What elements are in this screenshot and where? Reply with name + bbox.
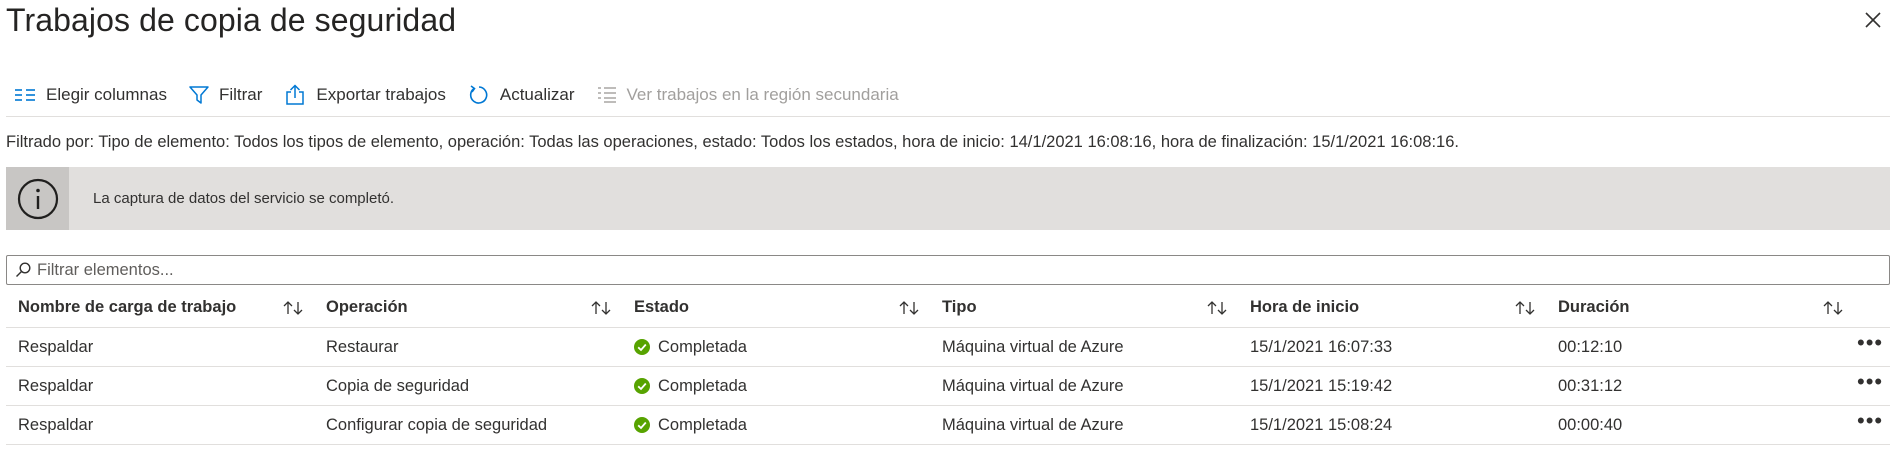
- filter-summary: Filtrado por: Tipo de elemento: Todos lo…: [6, 133, 1459, 151]
- refresh-button[interactable]: Actualizar: [468, 84, 575, 106]
- sort-duration-button[interactable]: [1822, 288, 1844, 327]
- cell-start-time: 15/1/2021 16:07:33: [1250, 337, 1393, 356]
- choose-columns-label: Elegir columnas: [46, 85, 167, 104]
- sort-icon: [1823, 300, 1843, 315]
- cell-type: Máquina virtual de Azure: [942, 415, 1124, 434]
- more-actions-icon[interactable]: •••: [1857, 328, 1883, 366]
- column-header-duration[interactable]: Duración: [1558, 288, 1630, 327]
- cell-duration: 00:31:12: [1558, 376, 1623, 395]
- export-jobs-label: Exportar trabajos: [316, 85, 446, 104]
- jobs-table: Nombre de carga de trabajo Operación Est…: [6, 288, 1890, 445]
- columns-icon: [15, 89, 35, 101]
- table-row[interactable]: Respaldar Restaurar Completada Máquina v…: [6, 328, 1890, 367]
- table-row[interactable]: Respaldar Configurar copia de seguridad …: [6, 406, 1890, 445]
- info-icon-container: [6, 167, 69, 230]
- cell-duration: 00:00:40: [1558, 415, 1623, 434]
- success-icon: [634, 417, 650, 433]
- refresh-label: Actualizar: [499, 85, 575, 104]
- cell-start-time: 15/1/2021 15:19:42: [1250, 376, 1393, 395]
- filter-label: Filtrar: [218, 85, 263, 104]
- more-actions-icon[interactable]: •••: [1857, 367, 1883, 405]
- toolbar-divider: [6, 116, 1890, 117]
- filter-button[interactable]: Filtrar: [189, 85, 262, 105]
- search-icon: [16, 262, 31, 277]
- column-header-workload[interactable]: Nombre de carga de trabajo: [18, 288, 236, 327]
- export-icon: [286, 84, 305, 105]
- close-button[interactable]: [1862, 9, 1884, 31]
- cell-operation: Copia de seguridad: [326, 376, 470, 395]
- list-icon: [597, 87, 616, 103]
- cell-workload: Respaldar: [18, 376, 94, 395]
- cell-type: Máquina virtual de Azure: [942, 376, 1124, 395]
- search-box[interactable]: [6, 255, 1890, 285]
- close-icon: [1865, 12, 1881, 28]
- export-jobs-button[interactable]: Exportar trabajos: [284, 84, 446, 106]
- filter-icon: [189, 86, 209, 104]
- info-message: La captura de datos del servicio se comp…: [93, 190, 395, 207]
- refresh-icon: [469, 85, 488, 104]
- sort-type-button[interactable]: [1206, 288, 1228, 327]
- cell-status: Completada: [634, 367, 747, 405]
- column-header-status[interactable]: Estado: [634, 288, 689, 327]
- cell-operation: Configurar copia de seguridad: [326, 415, 548, 434]
- cell-start-time: 15/1/2021 15:08:24: [1250, 415, 1393, 434]
- cell-duration: 00:12:10: [1558, 337, 1623, 356]
- status-text: Completada: [658, 415, 747, 434]
- secondary-region-label: Ver trabajos en la región secundaria: [626, 85, 899, 104]
- column-header-type[interactable]: Tipo: [942, 288, 977, 327]
- info-bar: La captura de datos del servicio se comp…: [6, 167, 1890, 230]
- table-row[interactable]: Respaldar Copia de seguridad Completada …: [6, 367, 1890, 406]
- status-text: Completada: [658, 337, 747, 356]
- sort-operation-button[interactable]: [590, 288, 612, 327]
- cell-workload: Respaldar: [18, 337, 94, 356]
- more-actions-icon[interactable]: •••: [1857, 406, 1883, 444]
- search-input[interactable]: [37, 260, 1837, 280]
- sort-workload-button[interactable]: [282, 288, 304, 327]
- sort-icon: [591, 300, 611, 315]
- success-icon: [634, 378, 650, 394]
- status-text: Completada: [658, 376, 747, 395]
- choose-columns-button[interactable]: Elegir columnas: [14, 85, 167, 105]
- table-header: Nombre de carga de trabajo Operación Est…: [6, 288, 1890, 328]
- cell-workload: Respaldar: [18, 415, 94, 434]
- toolbar: Elegir columnas Filtrar Exportar trabajo…: [14, 80, 921, 110]
- sort-start-time-button[interactable]: [1514, 288, 1536, 327]
- sort-icon: [1515, 300, 1535, 315]
- secondary-region-button[interactable]: Ver trabajos en la región secundaria: [597, 85, 899, 105]
- sort-status-button[interactable]: [898, 288, 920, 327]
- sort-icon: [1207, 300, 1227, 315]
- info-icon: [17, 178, 58, 219]
- column-header-start-time[interactable]: Hora de inicio: [1250, 288, 1359, 327]
- cell-status: Completada: [634, 406, 747, 444]
- cell-type: Máquina virtual de Azure: [942, 337, 1124, 356]
- success-icon: [634, 339, 650, 355]
- column-header-operation[interactable]: Operación: [326, 288, 408, 327]
- page-title: Trabajos de copia de seguridad: [6, 2, 457, 38]
- cell-status: Completada: [634, 328, 747, 366]
- cell-operation: Restaurar: [326, 337, 399, 356]
- sort-icon: [899, 300, 919, 315]
- sort-icon: [283, 300, 303, 315]
